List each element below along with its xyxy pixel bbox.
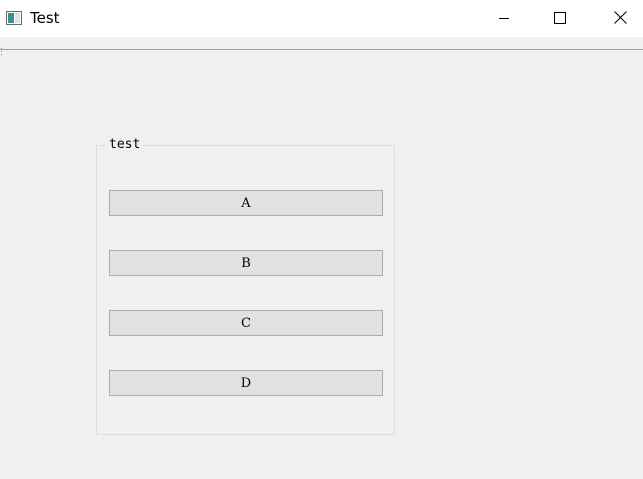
button-b[interactable]: B <box>109 250 383 276</box>
maximize-button[interactable] <box>537 0 583 37</box>
toolbar <box>0 37 643 55</box>
title-bar[interactable]: Test <box>0 0 643 37</box>
app-window-icon <box>6 10 22 25</box>
close-button[interactable] <box>597 0 643 37</box>
main-window: Test test A B C D <box>0 0 643 479</box>
window-title: Test <box>30 9 60 27</box>
minimize-icon <box>498 9 510 28</box>
button-a[interactable]: A <box>109 190 383 216</box>
resize-grip-icon[interactable] <box>636 472 642 478</box>
toolbar-grip-icon[interactable] <box>1 40 3 55</box>
groupbox-title: test <box>106 137 144 153</box>
maximize-icon <box>554 9 566 28</box>
minimize-button[interactable] <box>481 0 527 37</box>
button-c[interactable]: C <box>109 310 383 336</box>
button-d[interactable]: D <box>109 370 383 396</box>
close-icon <box>613 9 627 28</box>
